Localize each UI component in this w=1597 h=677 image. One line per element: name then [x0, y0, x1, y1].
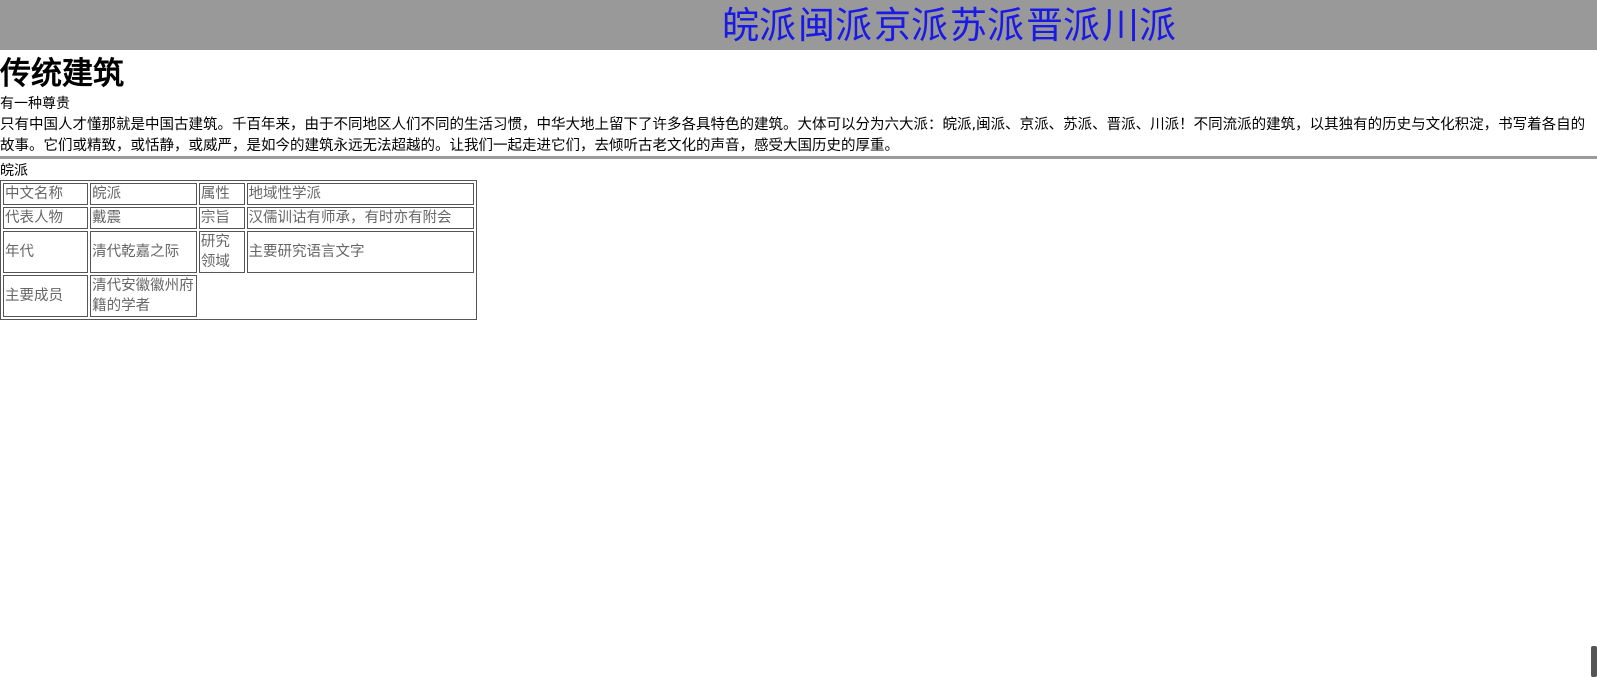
table-cell: 戴震 — [90, 207, 197, 229]
page-title: 传统建筑 — [0, 56, 124, 92]
horizontal-divider — [0, 156, 1597, 159]
table-row: 年代 清代乾嘉之际 研究领域 主要研究语言文字 — [3, 231, 474, 273]
table-cell: 皖派 — [90, 183, 197, 205]
table-cell: 中文名称 — [3, 183, 89, 205]
table-cell: 清代乾嘉之际 — [90, 231, 197, 273]
table-cell: 主要成员 — [3, 275, 89, 317]
intro-paragraph: 只有中国人才懂那就是中国古建筑。千百年来，由于不同地区人们不同的生活习惯，中华大… — [0, 117, 1586, 154]
table-cell: 主要研究语言文字 — [246, 231, 474, 273]
table-cell: 宗旨 — [198, 207, 245, 229]
table-cell: 清代安徽徽州府籍的学者 — [90, 275, 197, 317]
nav-link-wan[interactable]: 皖派 — [722, 4, 796, 47]
table-cell: 代表人物 — [3, 207, 89, 229]
school-nav: 皖派 闽派 京派 苏派 晋派 川派 — [722, 4, 1176, 47]
nav-link-min[interactable]: 闽派 — [798, 4, 872, 47]
table-row: 代表人物 戴震 宗旨 汉儒训诂有师承，有时亦有附会 — [3, 207, 474, 229]
nav-link-su[interactable]: 苏派 — [950, 4, 1024, 47]
page-subtitle: 有一种尊贵 — [0, 96, 70, 112]
table-row: 主要成员 清代安徽徽州府籍的学者 — [3, 275, 474, 317]
table-cell: 年代 — [3, 231, 89, 273]
table-cell: 属性 — [198, 183, 245, 205]
table-cell: 地域性学派 — [246, 183, 474, 205]
nav-link-chuan[interactable]: 川派 — [1102, 4, 1176, 47]
table-cell: 汉儒训诂有师承，有时亦有附会 — [246, 207, 474, 229]
nav-link-jing[interactable]: 京派 — [874, 4, 948, 47]
table-row: 中文名称 皖派 属性 地域性学派 — [3, 183, 474, 205]
table-cell: 研究领域 — [198, 231, 245, 273]
section-label: 皖派 — [0, 163, 28, 179]
scroll-indicator[interactable] — [1591, 646, 1597, 677]
nav-link-jin[interactable]: 晋派 — [1026, 4, 1100, 47]
info-table: 中文名称 皖派 属性 地域性学派 代表人物 戴震 宗旨 汉儒训诂有师承，有时亦有… — [0, 180, 477, 320]
